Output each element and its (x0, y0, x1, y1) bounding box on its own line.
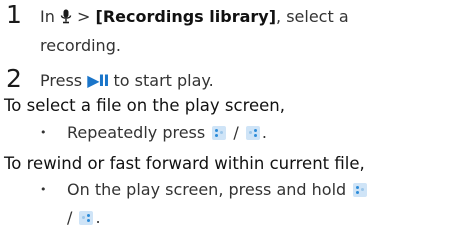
step-number: 2 (6, 64, 22, 93)
previous-button-icon (353, 183, 368, 197)
bullet-seek: • On the play screen, press and hold / . (40, 176, 440, 232)
bullet-end: . (261, 123, 267, 142)
play-pause-icon: ▶II (87, 71, 109, 90)
step-text: Press ▶II to start play. (40, 66, 440, 95)
step-number: 1 (6, 0, 22, 29)
section-heading-seek: To rewind or fast forward within current… (4, 154, 365, 173)
bullet-select: • Repeatedly press / . (40, 119, 267, 147)
step-text-suffix: to start play. (113, 71, 214, 90)
step-text: In > [Recordings library], select a reco… (40, 2, 440, 60)
bullet-text: On the play screen, press and hold / . (67, 176, 437, 232)
step-2: 2 Press ▶II to start play. (6, 66, 440, 95)
bullet-end: . (95, 208, 101, 227)
next-button-icon (79, 211, 94, 225)
icon-separator: / (233, 123, 239, 142)
previous-button-icon (212, 126, 227, 140)
bullet-dot: • (40, 126, 47, 139)
step-text-suffix: , select a (276, 7, 349, 26)
section-heading-select: To select a file on the play screen, (4, 96, 286, 115)
manual-page: 1 In > [Recordings library], select a re… (0, 0, 450, 251)
icon-separator: / (67, 208, 73, 227)
step-text-prefix: In (40, 7, 55, 26)
menu-item-recordings-library: [Recordings library] (95, 7, 277, 26)
step-text-prefix: Press (40, 71, 83, 90)
step-1: 1 In > [Recordings library], select a re… (6, 2, 440, 60)
bullet-text: Repeatedly press / . (67, 119, 267, 147)
bullet-text-label: Repeatedly press (67, 123, 206, 142)
step-text-line2: recording. (40, 36, 121, 55)
next-button-icon (245, 126, 260, 140)
microphone-icon (60, 9, 72, 24)
bullet-dot: • (40, 183, 47, 196)
bullet-text-label: On the play screen, press and hold (67, 180, 347, 199)
menu-separator: > (77, 7, 91, 26)
